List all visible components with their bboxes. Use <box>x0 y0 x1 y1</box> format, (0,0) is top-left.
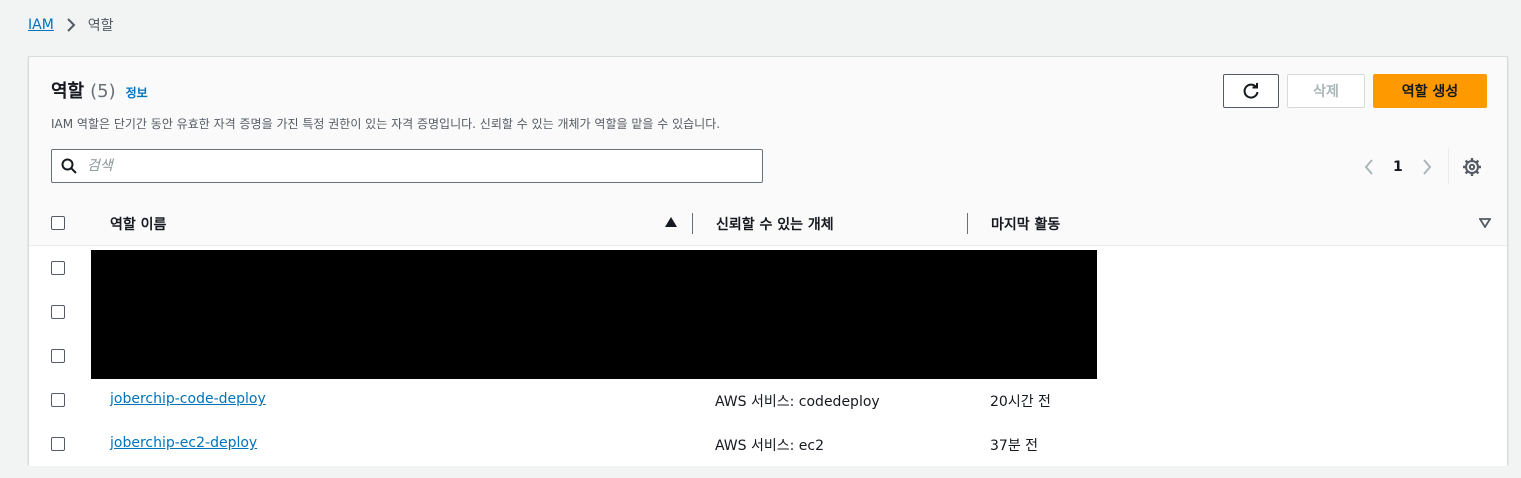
last-activity-cell: 20시간 전 <box>990 394 1051 410</box>
search-icon <box>61 158 77 174</box>
create-role-button[interactable]: 역할 생성 <box>1373 74 1487 108</box>
breadcrumb-iam-link[interactable]: IAM <box>28 17 54 33</box>
sort-ascending-icon[interactable] <box>665 217 677 227</box>
breadcrumb: IAM 역할 <box>28 14 114 36</box>
column-header-role-name[interactable]: 역할 이름 <box>110 214 166 234</box>
pagination-divider <box>1448 148 1449 184</box>
chevron-right-icon[interactable] <box>1417 159 1437 175</box>
panel-title: 역할 (5) 정보 <box>51 77 148 103</box>
chevron-left-icon[interactable] <box>1359 159 1379 175</box>
trusted-entity-cell: AWS 서비스: ec2 <box>715 438 825 454</box>
row-checkbox[interactable] <box>51 437 65 451</box>
search-box[interactable] <box>51 149 763 183</box>
table-row: joberchip-code-deploy AWS 서비스: codedeplo… <box>29 378 1507 423</box>
pagination: 1 <box>1359 155 1437 179</box>
column-divider[interactable] <box>692 213 693 234</box>
caret-down-icon[interactable] <box>1479 218 1491 228</box>
row-checkbox[interactable] <box>51 261 65 275</box>
role-name-link[interactable]: joberchip-ec2-deploy <box>110 435 257 451</box>
select-all-checkbox[interactable] <box>51 216 65 230</box>
column-header-last-activity[interactable]: 마지막 활동 <box>991 214 1060 234</box>
redaction-block <box>91 250 1097 379</box>
page-title: 역할 <box>51 81 85 102</box>
breadcrumb-current: 역할 <box>87 18 114 34</box>
current-page[interactable]: 1 <box>1393 159 1403 175</box>
chevron-right-icon <box>66 18 76 32</box>
column-header-trusted-entity[interactable]: 신뢰할 수 있는 개체 <box>716 214 834 234</box>
last-activity-cell: 37분 전 <box>990 438 1039 454</box>
panel-description: IAM 역할은 단기간 동안 유효한 자격 증명을 가진 특정 권한이 있는 자… <box>51 117 721 131</box>
roles-panel: 역할 (5) 정보 IAM 역할은 단기간 동안 유효한 자격 증명을 가진 특… <box>28 56 1508 466</box>
table-row: joberchip-ec2-deploy AWS 서비스: ec2 37분 전 <box>29 422 1507 466</box>
trusted-entity-cell: AWS 서비스: codedeploy <box>715 394 880 410</box>
row-checkbox[interactable] <box>51 349 65 363</box>
table-header: 역할 이름 신뢰할 수 있는 개체 마지막 활동 <box>29 202 1507 246</box>
roles-count: (5) <box>90 81 116 102</box>
panel-header: 역할 (5) 정보 IAM 역할은 단기간 동안 유효한 자격 증명을 가진 특… <box>29 57 1507 203</box>
refresh-icon <box>1242 82 1260 100</box>
column-divider[interactable] <box>967 213 968 234</box>
refresh-button[interactable] <box>1223 74 1279 108</box>
delete-button[interactable]: 삭제 <box>1287 74 1365 108</box>
row-checkbox[interactable] <box>51 393 65 407</box>
gear-icon[interactable] <box>1462 157 1482 177</box>
info-link[interactable]: 정보 <box>126 84 148 101</box>
role-name-link[interactable]: joberchip-code-deploy <box>110 391 266 407</box>
row-checkbox[interactable] <box>51 305 65 319</box>
search-input[interactable] <box>85 157 689 175</box>
